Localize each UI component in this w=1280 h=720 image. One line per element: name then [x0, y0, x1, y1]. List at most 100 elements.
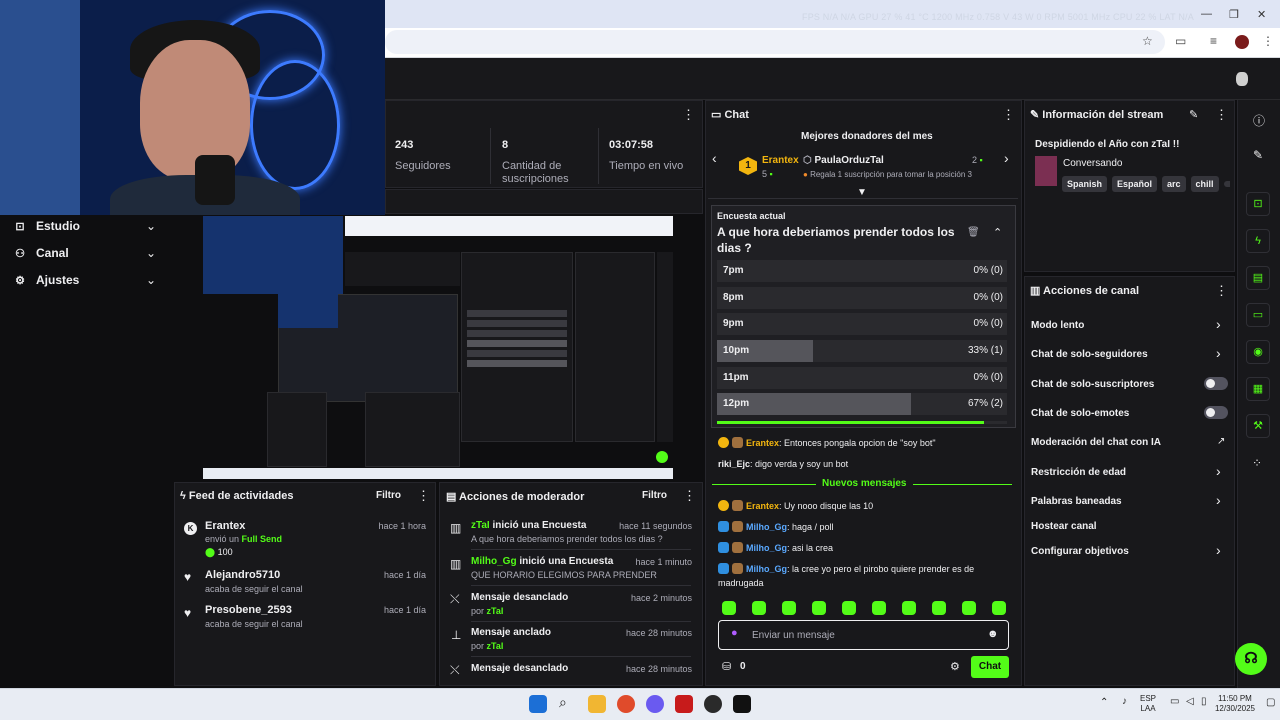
- more-options-icon[interactable]: ⋮: [683, 488, 696, 504]
- url-field[interactable]: [385, 30, 1165, 54]
- emote-icon[interactable]: [782, 601, 796, 615]
- collapse-handle-icon[interactable]: ▼: [857, 187, 867, 198]
- stream-tag[interactable]: Español: [1112, 176, 1158, 192]
- modactions-filter-button[interactable]: Filtro: [642, 490, 667, 501]
- chevron-right-icon[interactable]: ›: [1216, 345, 1221, 361]
- setting-banned-words[interactable]: Palabras baneadas: [1031, 496, 1122, 507]
- chevron-right-icon[interactable]: ›: [1216, 542, 1221, 558]
- emote-icon[interactable]: [932, 601, 946, 615]
- cast-icon[interactable]: ▭: [1175, 34, 1186, 48]
- battery-icon[interactable]: ▯: [1201, 696, 1207, 707]
- minimize-button[interactable]: —: [1201, 8, 1212, 20]
- microphone-tray-icon[interactable]: ♪: [1122, 696, 1127, 707]
- volume-icon[interactable]: ◁: [1186, 696, 1194, 707]
- chrome-icon[interactable]: [617, 695, 635, 713]
- more-options-icon[interactable]: ⋮: [1215, 283, 1228, 299]
- stream-tag[interactable]: arc: [1162, 176, 1186, 192]
- tiktok-icon[interactable]: [733, 695, 751, 713]
- setting-age-restriction[interactable]: Restricción de edad: [1031, 467, 1126, 478]
- chat-settings-gear-icon[interactable]: ⚙: [950, 660, 960, 673]
- nav-item-channel[interactable]: ⚇ Canal: [14, 246, 69, 260]
- discord-icon[interactable]: [646, 695, 664, 713]
- poll-option[interactable]: 12pm 67% (2): [717, 393, 1007, 415]
- more-options-icon[interactable]: ⋮: [1215, 107, 1228, 123]
- app-icon[interactable]: [675, 695, 693, 713]
- setting-followers-only[interactable]: Chat de solo-seguidores: [1031, 349, 1148, 360]
- poll-option[interactable]: 11pm 0% (0): [717, 367, 1007, 389]
- stream-tag[interactable]: chill: [1190, 176, 1219, 192]
- emote-icon[interactable]: [962, 601, 976, 615]
- reading-list-icon[interactable]: ≡: [1210, 34, 1217, 48]
- chevron-right-icon[interactable]: ›: [1216, 463, 1221, 479]
- list-icon[interactable]: ▤: [1246, 266, 1270, 290]
- start-menu-icon[interactable]: [529, 695, 547, 713]
- edit-pencil-icon[interactable]: ✎: [1253, 148, 1263, 162]
- subscribers-only-toggle[interactable]: [1204, 377, 1228, 390]
- trash-icon[interactable]: 🗑: [967, 227, 980, 238]
- emote-icon[interactable]: [902, 601, 916, 615]
- emote-icon[interactable]: [752, 601, 766, 615]
- feed-item-name[interactable]: Erantex: [205, 520, 245, 532]
- feed-item-name[interactable]: Presobene_2593: [205, 604, 292, 616]
- chevron-right-icon[interactable]: ›: [1216, 316, 1221, 332]
- network-icon[interactable]: ▭: [1170, 696, 1179, 707]
- notifications-icon[interactable]: ▢: [1266, 697, 1275, 708]
- apps-icon[interactable]: ⁘: [1252, 456, 1262, 470]
- chat-input-placeholder[interactable]: Enviar un mensaje: [752, 630, 835, 641]
- obs-icon[interactable]: [704, 695, 722, 713]
- file-explorer-icon[interactable]: [588, 695, 606, 713]
- stream-tag[interactable]: Spanish: [1062, 176, 1108, 192]
- feed-item-name[interactable]: Alejandro5710: [205, 569, 280, 581]
- lightning-icon[interactable]: ϟ: [1246, 229, 1270, 253]
- setting-host-channel[interactable]: Hostear canal: [1031, 521, 1097, 532]
- emote-icon[interactable]: [992, 601, 1006, 615]
- poll-option[interactable]: 10pm 33% (1): [717, 340, 1007, 362]
- chat-bubble-icon[interactable]: ▭: [1246, 303, 1270, 327]
- wrench-icon[interactable]: ⚒: [1246, 414, 1270, 438]
- bookmark-star-icon[interactable]: ☆: [1142, 34, 1153, 48]
- chevron-right-icon[interactable]: ›: [1004, 150, 1009, 166]
- more-options-icon[interactable]: ⋮: [682, 107, 695, 123]
- browser-menu-icon[interactable]: ⋮: [1262, 34, 1274, 48]
- poll-option[interactable]: 7pm 0% (0): [717, 260, 1007, 282]
- poll-option[interactable]: 8pm 0% (0): [717, 287, 1007, 309]
- feed-filter-button[interactable]: Filtro: [376, 490, 401, 501]
- setting-ai-moderation[interactable]: Moderación del chat con IA: [1031, 437, 1161, 448]
- chevron-left-icon[interactable]: ‹: [712, 150, 717, 166]
- emote-icon[interactable]: [842, 601, 856, 615]
- send-chat-button[interactable]: Chat: [971, 656, 1009, 678]
- language-indicator[interactable]: ESP LAA: [1140, 694, 1156, 714]
- search-icon[interactable]: ⌕: [559, 694, 567, 711]
- chevron-up-icon[interactable]: ⌃: [993, 226, 1002, 239]
- more-options-icon[interactable]: ⋮: [1002, 107, 1015, 123]
- profile-avatar[interactable]: [1235, 35, 1249, 49]
- nav-item-studio[interactable]: ⊡ Estudio: [14, 219, 80, 233]
- chevron-down-icon[interactable]: ⌄: [146, 273, 156, 287]
- chevron-down-icon[interactable]: ⌄: [146, 219, 156, 233]
- info-icon[interactable]: ⓘ: [1253, 112, 1265, 129]
- poll-option[interactable]: 9pm 0% (0): [717, 313, 1007, 335]
- emoji-icon[interactable]: ☻: [987, 628, 999, 640]
- setting-slow-mode[interactable]: Modo lento: [1031, 320, 1084, 331]
- clock[interactable]: 11:50 PM 12/30/2025: [1210, 694, 1260, 714]
- microphone-icon[interactable]: ●: [731, 627, 738, 639]
- support-headset-button[interactable]: ☊: [1235, 643, 1267, 675]
- chevron-right-icon[interactable]: ›: [1216, 492, 1221, 508]
- category-name[interactable]: Conversando: [1063, 158, 1122, 169]
- clip-icon[interactable]: ⊡: [1246, 192, 1270, 216]
- tray-chevron-up-icon[interactable]: ⌃: [1100, 697, 1108, 708]
- close-window-button[interactable]: ✕: [1257, 8, 1266, 21]
- external-link-icon[interactable]: ↗: [1217, 436, 1225, 447]
- setting-configure-goals[interactable]: Configurar objetivos: [1031, 546, 1129, 557]
- chevron-down-icon[interactable]: ⌄: [146, 246, 156, 260]
- donor-name[interactable]: Erantex: [762, 155, 799, 166]
- layout-icon[interactable]: ▦: [1246, 377, 1270, 401]
- donor-name[interactable]: ⬡ PaulaOrduzTal: [803, 155, 884, 166]
- emote-icon[interactable]: [722, 601, 736, 615]
- more-options-icon[interactable]: ⋮: [417, 488, 430, 504]
- stream-preview-video[interactable]: [203, 216, 673, 479]
- maximize-button[interactable]: ❐: [1229, 8, 1239, 21]
- emote-icon[interactable]: [872, 601, 886, 615]
- emote-icon[interactable]: [812, 601, 826, 615]
- user-avatar[interactable]: [1236, 72, 1248, 86]
